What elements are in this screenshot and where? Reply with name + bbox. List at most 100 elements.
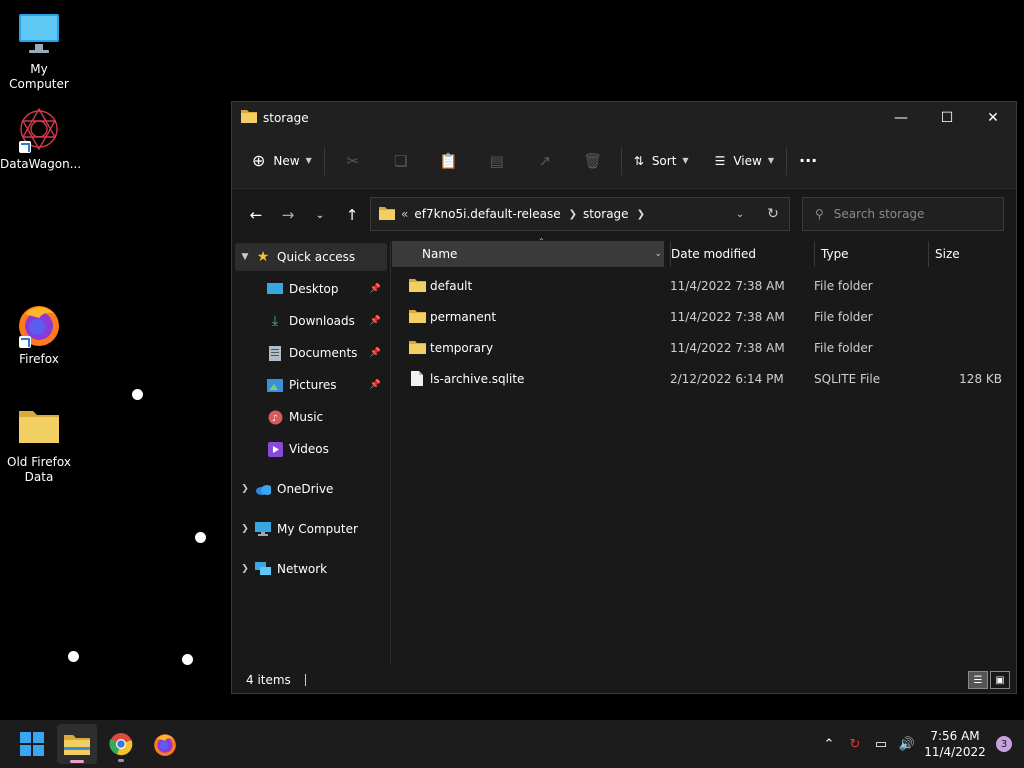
- command-bar: ⊕ New ▼ ✂ ❏ 📋 ▤ ↗ 🗑 ⇅ Sort ▼ ☰ View ▼ ··…: [232, 133, 1016, 189]
- file-row[interactable]: ls-archive.sqlite 2/12/2022 6:14 PM SQLI…: [392, 365, 1008, 393]
- up-arrow-icon[interactable]: ↑: [336, 199, 368, 231]
- chevron-right-icon[interactable]: ❯: [235, 524, 255, 534]
- close-button[interactable]: ✕: [970, 102, 1016, 133]
- rename-icon[interactable]: ▤: [473, 145, 521, 177]
- title-bar[interactable]: storage — ☐ ✕: [232, 102, 1016, 133]
- cloud-icon: [255, 481, 271, 497]
- paste-icon[interactable]: 📋: [425, 145, 473, 177]
- chevron-down-icon: ▼: [305, 156, 312, 165]
- breadcrumb-overflow[interactable]: «: [401, 207, 408, 221]
- taskbar-chrome[interactable]: [101, 724, 141, 764]
- desktop-icon-old-firefox-data[interactable]: Old Firefox Data: [0, 403, 78, 485]
- taskbar-firefox[interactable]: [145, 724, 185, 764]
- pin-icon[interactable]: 📌: [370, 316, 381, 326]
- maximize-button[interactable]: ☐: [924, 102, 970, 133]
- file-date: 11/4/2022 7:38 AM: [670, 341, 785, 355]
- desktop-dot: [182, 654, 193, 665]
- taskbar-file-explorer[interactable]: [57, 724, 97, 764]
- file-row[interactable]: default 11/4/2022 7:38 AM File folder: [392, 272, 1008, 300]
- file-date: 11/4/2022 7:38 AM: [670, 310, 785, 324]
- tiles-view-icon[interactable]: ▣: [990, 671, 1010, 689]
- refresh-icon[interactable]: ↻: [757, 206, 789, 222]
- monitor-icon: [15, 10, 63, 58]
- desktop-icon-my-computer[interactable]: My Computer: [0, 10, 78, 92]
- chevron-right-icon[interactable]: ❯: [637, 209, 645, 220]
- view-button[interactable]: ☰ View ▼: [707, 145, 782, 177]
- share-icon[interactable]: ↗: [521, 145, 569, 177]
- folder-icon: [241, 109, 257, 126]
- column-header-size[interactable]: Size: [928, 241, 1008, 267]
- chevron-down-icon[interactable]: ⌄: [723, 209, 757, 220]
- start-button[interactable]: [12, 724, 52, 764]
- taskbar: ⌃ ↻ ▭ 🔊 7:56 AM 11/4/2022 3: [0, 720, 1024, 768]
- datawagon-app-icon: [15, 105, 63, 153]
- sidebar-item-quick-access[interactable]: ▼ ★ Quick access: [235, 243, 387, 271]
- more-icon: ···: [798, 151, 818, 170]
- chevron-right-icon[interactable]: ❯: [569, 209, 577, 220]
- desktop-dot: [195, 532, 206, 543]
- clock[interactable]: 7:56 AM 11/4/2022: [920, 728, 990, 760]
- sidebar-item-music[interactable]: ♪ Music: [235, 403, 387, 431]
- breadcrumb-profile[interactable]: ef7kno5i.default-release: [414, 207, 560, 221]
- chevron-right-icon[interactable]: ❯: [235, 484, 255, 494]
- sidebar-item-documents[interactable]: Documents 📌: [235, 339, 387, 367]
- notification-badge[interactable]: 3: [996, 736, 1012, 752]
- chevron-up-icon[interactable]: ⌃: [816, 737, 842, 752]
- chevron-right-icon[interactable]: ❯: [235, 564, 255, 574]
- search-box[interactable]: ⚲ Search storage: [802, 197, 1004, 231]
- column-header-name[interactable]: ⌃ Name ⌄: [392, 237, 664, 267]
- copy-icon[interactable]: ❏: [377, 145, 425, 177]
- pin-icon[interactable]: 📌: [370, 284, 381, 294]
- column-header-type[interactable]: Type: [814, 241, 928, 267]
- details-view-icon[interactable]: ☰: [968, 671, 988, 689]
- recent-locations-chevron-icon[interactable]: ⌄: [304, 199, 336, 231]
- folder-icon: [15, 403, 63, 451]
- file-type: File folder: [814, 341, 873, 355]
- display-icon[interactable]: ▭: [868, 737, 894, 752]
- address-bar[interactable]: « ef7kno5i.default-release ❯ storage ❯ ⌄…: [370, 197, 790, 231]
- minimize-button[interactable]: —: [878, 102, 924, 133]
- sidebar-item-downloads[interactable]: ⤓ Downloads 📌: [235, 307, 387, 335]
- pane-divider[interactable]: [390, 241, 391, 665]
- chevron-down-icon[interactable]: ⌄: [654, 249, 662, 259]
- breadcrumb-storage[interactable]: storage: [583, 207, 629, 221]
- sidebar-item-onedrive[interactable]: ❯ OneDrive: [235, 475, 387, 503]
- new-button[interactable]: ⊕ New ▼: [244, 145, 320, 177]
- cut-icon[interactable]: ✂: [329, 145, 377, 177]
- chevron-down-icon[interactable]: ▼: [235, 252, 255, 262]
- star-icon: ★: [256, 249, 270, 265]
- sidebar-item-pictures[interactable]: Pictures 📌: [235, 371, 387, 399]
- chevron-down-icon: ▼: [767, 156, 774, 165]
- shortcut-arrow-icon: [19, 336, 31, 348]
- sidebar-item-videos[interactable]: Videos: [235, 435, 387, 463]
- search-input[interactable]: Search storage: [834, 207, 925, 221]
- file-date: 2/12/2022 6:14 PM: [670, 372, 784, 386]
- column-header-date-modified[interactable]: Date modified: [670, 241, 810, 267]
- desktop-icon-firefox[interactable]: Firefox: [0, 300, 78, 367]
- sidebar-item-my-computer[interactable]: ❯ My Computer: [235, 515, 387, 543]
- windows-logo-icon: [20, 732, 44, 756]
- file-row[interactable]: temporary 11/4/2022 7:38 AM File folder: [392, 334, 1008, 362]
- sync-icon[interactable]: ↻: [842, 737, 868, 752]
- delete-icon[interactable]: 🗑: [569, 145, 617, 177]
- more-options-button[interactable]: ···: [791, 145, 825, 177]
- sidebar-item-network[interactable]: ❯ Network: [235, 555, 387, 583]
- file-row[interactable]: permanent 11/4/2022 7:38 AM File folder: [392, 303, 1008, 331]
- volume-icon[interactable]: 🔊: [894, 737, 920, 752]
- pin-icon[interactable]: 📌: [370, 348, 381, 358]
- status-bar: 4 items ☰ ▣: [232, 667, 1016, 693]
- pin-icon[interactable]: 📌: [370, 380, 381, 390]
- sidebar-item-desktop[interactable]: Desktop 📌: [235, 275, 387, 303]
- forward-arrow-icon[interactable]: →: [272, 199, 304, 231]
- document-icon: [267, 345, 283, 361]
- desktop-icon-datawagon[interactable]: DataWagon...: [0, 105, 81, 172]
- sort-button[interactable]: ⇅ Sort ▼: [626, 145, 697, 177]
- svg-text:♪: ♪: [272, 414, 278, 424]
- clock-time: 7:56 AM: [930, 729, 980, 743]
- toolbar-divider: [620, 146, 622, 175]
- item-count: 4 items: [246, 673, 291, 687]
- file-explorer-window[interactable]: storage — ☐ ✕ ⊕ New ▼ ✂ ❏ 📋 ▤ ↗ 🗑 ⇅ Sort…: [231, 101, 1017, 764]
- back-arrow-icon[interactable]: ←: [240, 199, 272, 231]
- desktop-icon-label: Old Firefox Data: [7, 455, 71, 484]
- music-icon: ♪: [267, 409, 283, 425]
